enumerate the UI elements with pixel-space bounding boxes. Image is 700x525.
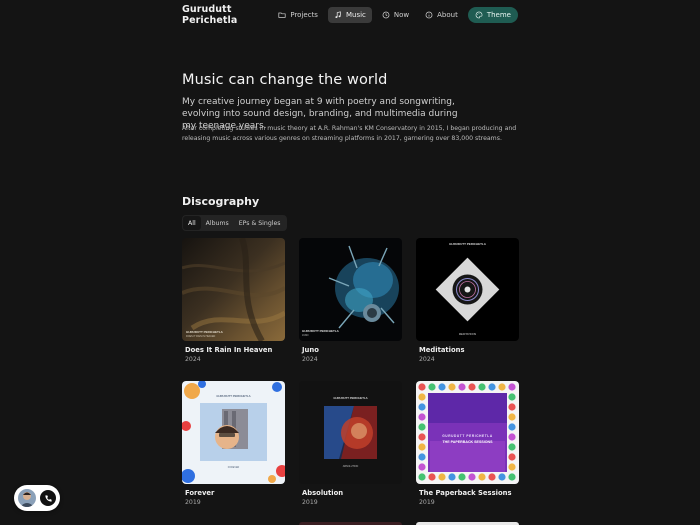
site-brand[interactable]: Gurudutt Perichetla xyxy=(182,4,272,26)
cover-subtitle-text: THE PAPERBACK SESSIONS xyxy=(442,440,493,444)
release-year: 2019 xyxy=(185,499,201,506)
folder-icon xyxy=(278,12,286,18)
release-card[interactable]: GURUDUTT PERICHETLA THE PAPERBACK SESSIO… xyxy=(416,381,519,506)
release-title: Does It Rain In Heaven xyxy=(185,346,273,354)
release-card[interactable]: GURUDUTT PERICHETLA FOREVER Forever 2019 xyxy=(182,381,285,506)
music-note-icon xyxy=(335,11,341,19)
release-year: 2024 xyxy=(419,356,435,363)
cover-artist-text: GURUDUTT PERICHETLA xyxy=(333,396,367,400)
nav-projects[interactable]: Projects xyxy=(272,7,324,23)
cover-artist-text: GURUDUTT PERICHETLA xyxy=(186,330,224,334)
discography-filter-tabs: All Albums EPs & Singles xyxy=(182,215,287,231)
cover-subtitle-text: MEDITATIONS xyxy=(459,332,477,336)
release-year: 2024 xyxy=(185,356,201,363)
album-cover[interactable]: GURUDUTT PERICHETLA ABSOLUTION xyxy=(299,381,402,484)
nav-now[interactable]: Now xyxy=(376,7,415,23)
album-cover[interactable]: GURUDUTT PERICHETLA DOES IT RAIN IN HEAV… xyxy=(182,238,285,341)
top-navigation: Gurudutt Perichetla Projects Music Now A… xyxy=(182,4,518,26)
discography-heading: Discography xyxy=(182,195,260,208)
cover-subtitle-text: ABSOLUTION xyxy=(343,465,359,468)
nav-now-label: Now xyxy=(393,11,410,19)
release-card[interactable]: GURUDUTT PERICHETLA DOES IT RAIN IN HEAV… xyxy=(182,238,285,363)
cover-artist-text: GURUDUTT PERICHETLA xyxy=(302,329,340,333)
cover-artist-text: GURUDUTT PERICHETLA xyxy=(449,242,487,246)
release-title: Forever xyxy=(185,489,215,497)
nav-about[interactable]: About xyxy=(419,7,464,23)
release-year: 2019 xyxy=(419,499,435,506)
nav-projects-label: Projects xyxy=(290,11,318,19)
clock-icon xyxy=(382,11,390,19)
album-cover[interactable]: GURUDUTT PERICHETLA THE PAPERBACK SESSIO… xyxy=(416,381,519,484)
release-title: Absolution xyxy=(302,489,344,497)
release-card[interactable]: GURUDUTT PERICHETLA JUNO Juno 2024 xyxy=(299,238,402,363)
contact-widget[interactable] xyxy=(14,485,60,511)
release-year: 2019 xyxy=(302,499,318,506)
avatar-icon[interactable] xyxy=(18,489,36,507)
hero-body-paragraph: After completing studies in music theory… xyxy=(182,125,517,142)
album-cover[interactable]: GURUDUTT PERICHETLA JUNO xyxy=(299,238,402,341)
theme-button-label: Theme xyxy=(486,11,511,19)
cover-artist-text: GURUDUTT PERICHETLA xyxy=(442,434,493,438)
tab-all[interactable]: All xyxy=(183,216,201,230)
release-title: The Paperback Sessions xyxy=(419,489,512,497)
album-cover[interactable]: GURUDUTT PERICHETLA FOREVER xyxy=(182,381,285,484)
nav-about-label: About xyxy=(437,11,458,19)
page-title: Music can change the world xyxy=(182,72,388,88)
theme-button[interactable]: Theme xyxy=(467,7,518,23)
cover-artist-text: GURUDUTT PERICHETLA xyxy=(216,394,250,398)
info-icon xyxy=(425,11,433,19)
release-card[interactable]: GURUDUTT PERICHETLA ABSOLUTION Absolutio… xyxy=(299,381,402,506)
cover-subtitle-text: FOREVER xyxy=(228,466,240,469)
release-year: 2024 xyxy=(302,356,318,363)
tab-eps-singles[interactable]: EPs & Singles xyxy=(234,216,286,230)
palette-icon xyxy=(475,11,483,19)
release-title: Juno xyxy=(302,346,319,354)
release-card[interactable]: GURUDUTT PERICHETLA MEDITATIONS Meditati… xyxy=(416,238,519,363)
album-cover[interactable]: GURUDUTT PERICHETLA MEDITATIONS xyxy=(416,238,519,341)
nav-music-label: Music xyxy=(345,11,366,19)
phone-icon[interactable] xyxy=(40,490,56,506)
nav-music[interactable]: Music xyxy=(327,7,372,23)
cover-subtitle-text: DOES IT RAIN IN HEAVEN xyxy=(186,335,216,338)
nav-menu: Projects Music Now About Theme xyxy=(272,7,518,23)
tab-albums[interactable]: Albums xyxy=(201,216,234,230)
release-title: Meditations xyxy=(419,346,465,354)
cover-subtitle-text: JUNO xyxy=(302,334,309,337)
